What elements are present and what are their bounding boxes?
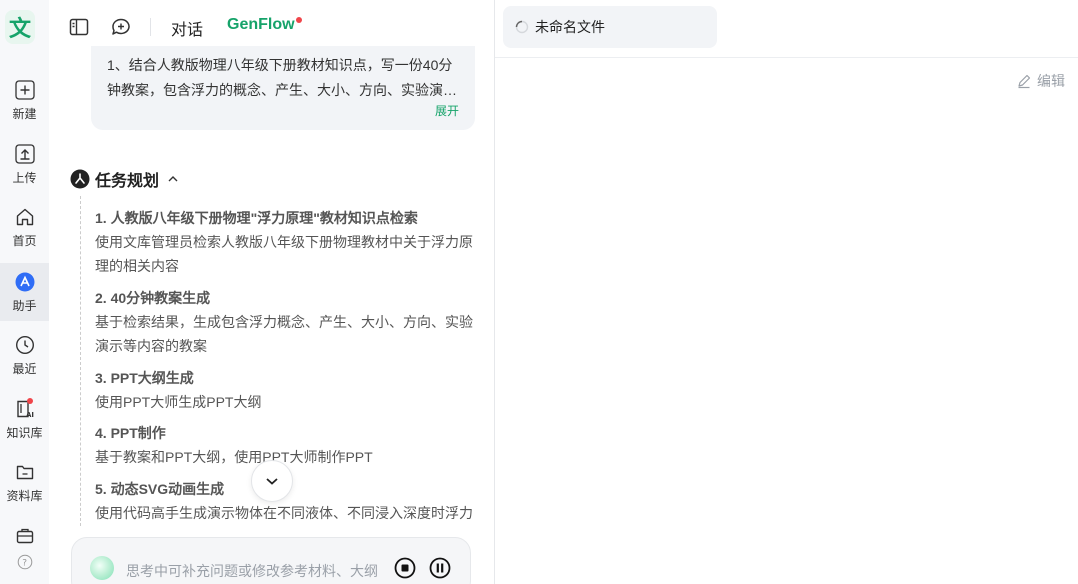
task-plan-icon xyxy=(70,169,90,189)
task-step: 1. 人教版八年级下册物理"浮力原理"教材知识点检索 使用文库管理员检索人教版八… xyxy=(95,207,475,278)
rail-item-recent[interactable]: 最近 xyxy=(0,334,49,377)
app-window: 文 新建 上传 首页 助手 最近 AI 知识库 资料库 ? 对话 GenFlow… xyxy=(0,0,1078,584)
thinking-orb-icon xyxy=(90,556,114,580)
new-chat-icon[interactable] xyxy=(110,16,132,38)
genflow-badge xyxy=(296,17,302,23)
rail-label-library: 资料库 xyxy=(6,489,43,503)
stop-icon xyxy=(394,557,416,579)
plus-icon xyxy=(14,79,36,101)
task-step-heading: 1. 人教版八年级下册物理"浮力原理"教材知识点检索 xyxy=(95,210,418,226)
stop-button[interactable] xyxy=(394,557,416,579)
upload-icon xyxy=(14,143,36,165)
expand-link[interactable]: 展开 xyxy=(435,102,459,119)
task-step-desc: 基于检索结果，生成包含浮力概念、产生、大小、方向、实验 xyxy=(95,314,473,330)
help-icon: ? xyxy=(14,551,36,573)
app-logo[interactable]: 文 xyxy=(5,10,35,44)
task-step: 3. PPT大纲生成 使用PPT大师生成PPT大纲 xyxy=(95,367,475,414)
task-step-desc: 理的相关内容 xyxy=(95,258,179,274)
file-name: 未命名文件 xyxy=(535,19,605,35)
header-divider-line xyxy=(495,57,1078,58)
rail-item-library[interactable]: 资料库 xyxy=(0,461,49,504)
task-step-heading: 4. PPT制作 xyxy=(95,425,166,441)
rail-item-assistant[interactable]: 助手 xyxy=(0,263,49,321)
rail-item-workspace[interactable] xyxy=(0,525,49,547)
rail-label-home: 首页 xyxy=(12,234,37,248)
task-step-desc: 使用代码高手生成演示物体在不同液体、不同浸入深度时浮力 xyxy=(95,505,473,521)
message-line-1: 1、结合人教版物理八年级下册教材知识点，写一份40分 xyxy=(107,57,453,73)
tab-chat[interactable]: 对话 xyxy=(171,16,203,40)
user-message-bubble: 1、结合人教版物理八年级下册教材知识点，写一份40分 钟教案，包含浮力的概念、产… xyxy=(91,46,475,130)
edit-button[interactable]: 编辑 xyxy=(1016,71,1065,91)
task-plan-header[interactable]: 任务规划 xyxy=(70,167,179,191)
task-step: 2. 40分钟教案生成 基于检索结果，生成包含浮力概念、产生、大小、方向、实验 … xyxy=(95,287,475,358)
chat-panel: 对话 GenFlow 1、结合人教版物理八年级下册教材知识点，写一份40分 钟教… xyxy=(49,0,494,584)
task-step: 4. PPT制作 基于教案和PPT大纲，使用PPT大师制作PPT xyxy=(95,422,475,469)
task-step-heading: 3. PPT大纲生成 xyxy=(95,370,194,386)
composer-placeholder[interactable]: 思考中可补充问题或修改参考材料、大纲 xyxy=(126,561,378,581)
rail-item-new[interactable]: 新建 xyxy=(0,79,49,122)
pencil-icon xyxy=(1018,74,1031,89)
header-divider xyxy=(150,18,151,36)
home-icon xyxy=(14,206,36,228)
task-step-desc: 使用文库管理员检索人教版八年级下册物理教材中关于浮力原 xyxy=(95,234,473,250)
rail-label-knowledge-base: 知识库 xyxy=(6,426,43,440)
rail-item-knowledge-base[interactable]: AI 知识库 xyxy=(0,398,49,441)
knowledge-base-badge xyxy=(27,398,33,404)
rail-item-home[interactable]: 首页 xyxy=(0,206,49,249)
loading-spinner-icon xyxy=(515,20,529,34)
rail-item-upload[interactable]: 上传 xyxy=(0,143,49,186)
sidebar-toggle-icon[interactable] xyxy=(68,16,90,38)
task-step-desc: 使用PPT大师生成PPT大纲 xyxy=(95,394,262,410)
tab-genflow[interactable]: GenFlow xyxy=(227,16,295,34)
task-step-heading: 2. 40分钟教案生成 xyxy=(95,290,211,306)
assistant-icon xyxy=(14,271,36,293)
left-rail: 文 新建 上传 首页 助手 最近 AI 知识库 资料库 ? xyxy=(0,0,49,584)
document-panel: 未命名文件 编辑 xyxy=(495,0,1078,584)
chevron-up-icon[interactable] xyxy=(167,173,179,185)
folder-icon xyxy=(14,461,36,483)
task-plan-title: 任务规划 xyxy=(95,173,160,190)
svg-text:AI: AI xyxy=(26,411,34,419)
file-tab[interactable]: 未命名文件 xyxy=(503,6,717,48)
rail-label-upload: 上传 xyxy=(12,171,37,185)
rail-label-new: 新建 xyxy=(12,107,37,121)
rail-label-assistant: 助手 xyxy=(12,299,37,313)
task-step-desc: 演示等内容的教案 xyxy=(95,338,207,354)
scroll-down-button[interactable] xyxy=(251,460,293,502)
pause-button[interactable] xyxy=(429,557,451,579)
composer[interactable]: 思考中可补充问题或修改参考材料、大纲 xyxy=(71,537,471,584)
briefcase-icon xyxy=(14,525,36,547)
rail-label-recent: 最近 xyxy=(12,362,37,376)
chevron-down-icon xyxy=(266,478,278,485)
help-button[interactable]: ? xyxy=(0,551,49,573)
message-line-2: 钟教案，包含浮力的概念、产生、大小、方向、实验演… xyxy=(107,82,457,98)
pause-icon xyxy=(429,557,451,579)
svg-text:?: ? xyxy=(22,559,27,569)
clock-icon xyxy=(14,334,36,356)
edit-label: 编辑 xyxy=(1037,73,1065,89)
